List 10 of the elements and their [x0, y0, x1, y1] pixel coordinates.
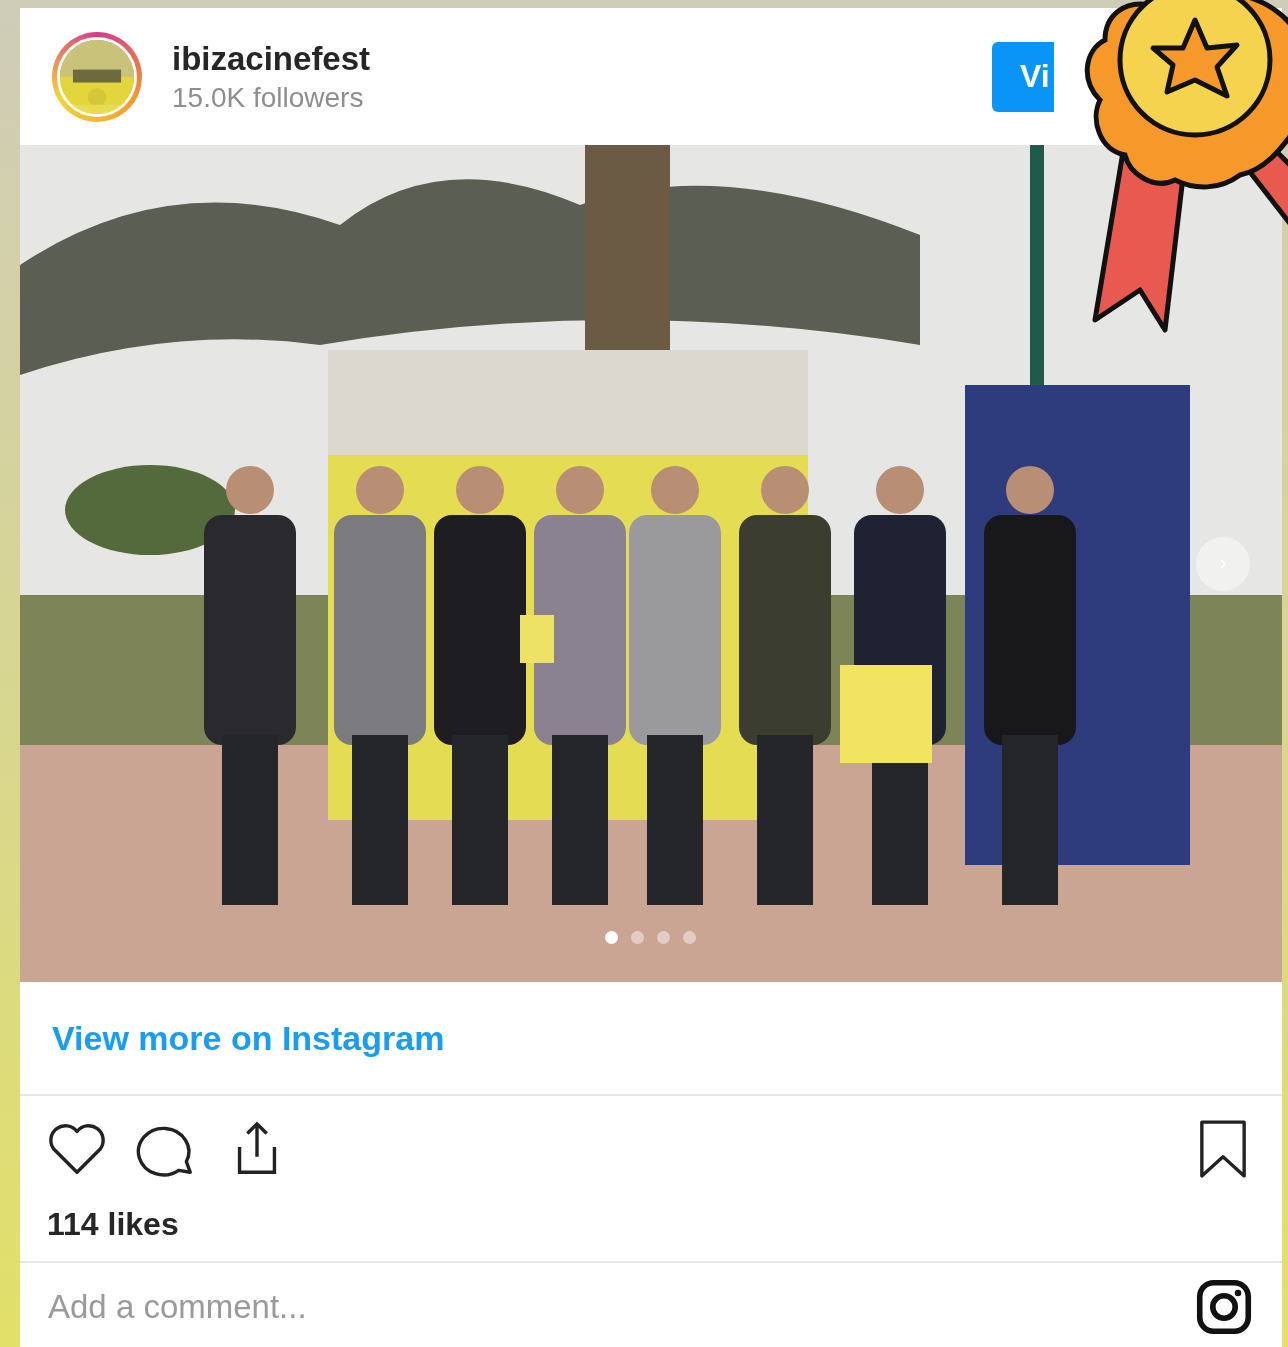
username[interactable]: ibizacinefest — [172, 39, 962, 78]
carousel-dot[interactable] — [631, 931, 644, 944]
bookmark-icon[interactable] — [1198, 1118, 1248, 1180]
carousel-dot[interactable] — [657, 931, 670, 944]
follower-count: 15.0K followers — [172, 81, 365, 114]
camera-icon[interactable] — [1196, 1279, 1252, 1335]
view-profile-button[interactable]: Vi — [992, 41, 1054, 112]
view-more-link[interactable]: View more on Instagram — [52, 1018, 445, 1058]
carousel-dot[interactable] — [683, 931, 696, 944]
like-count: 114 likes — [20, 1184, 1282, 1263]
